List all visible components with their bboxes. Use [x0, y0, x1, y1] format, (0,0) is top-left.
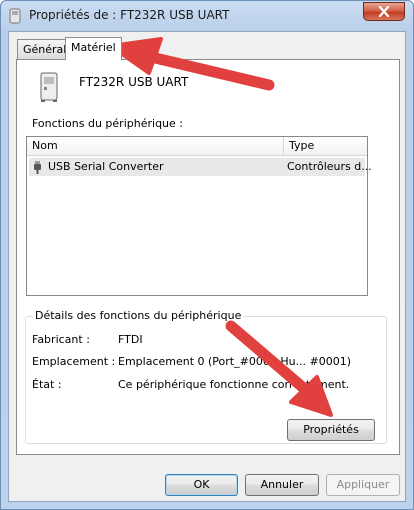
list-row-usb-serial-converter[interactable]: USB Serial Converter Contrôleurs d...	[29, 158, 372, 176]
apply-button[interactable]: Appliquer	[326, 474, 400, 496]
location-value: Emplacement 0 (Port_#0003.Hu... #0001)	[118, 355, 352, 368]
row-type: Contrôleurs d...	[287, 160, 372, 173]
device-icon	[40, 72, 58, 102]
close-button[interactable]	[363, 2, 405, 21]
device-functions-label: Fonctions du périphérique :	[32, 117, 183, 130]
function-details-title: Détails des fonctions du périphérique	[33, 309, 244, 322]
state-label: État :	[32, 378, 62, 391]
usb-device-icon	[9, 8, 21, 24]
properties-button[interactable]: Propriétés	[287, 419, 375, 441]
ok-button[interactable]: OK	[165, 474, 238, 496]
close-icon	[378, 6, 390, 17]
device-name: FT232R USB UART	[79, 75, 189, 89]
column-header-type[interactable]: Type	[284, 137, 367, 155]
column-header-name[interactable]: Nom	[27, 137, 283, 155]
manufacturer-label: Fabricant :	[32, 333, 90, 346]
window-title: Propriétés de : FT232R USB UART	[29, 8, 230, 22]
cancel-button[interactable]: Annuler	[245, 474, 319, 496]
usb-plug-icon	[34, 161, 41, 174]
list-header: Nom Type	[27, 137, 367, 156]
device-functions-list[interactable]: Nom Type USB Serial Converter Contrôleur…	[26, 136, 372, 296]
title-bar[interactable]: Propriétés de : FT232R USB UART	[1, 1, 413, 31]
properties-window: Propriétés de : FT232R USB UART Général …	[0, 0, 414, 510]
state-value: Ce périphérique fonctionne correctement.	[118, 378, 350, 391]
tab-hardware[interactable]: Matériel	[65, 37, 122, 60]
location-label: Emplacement :	[32, 355, 116, 368]
row-name: USB Serial Converter	[48, 160, 164, 173]
manufacturer-value: FTDI	[118, 333, 143, 346]
